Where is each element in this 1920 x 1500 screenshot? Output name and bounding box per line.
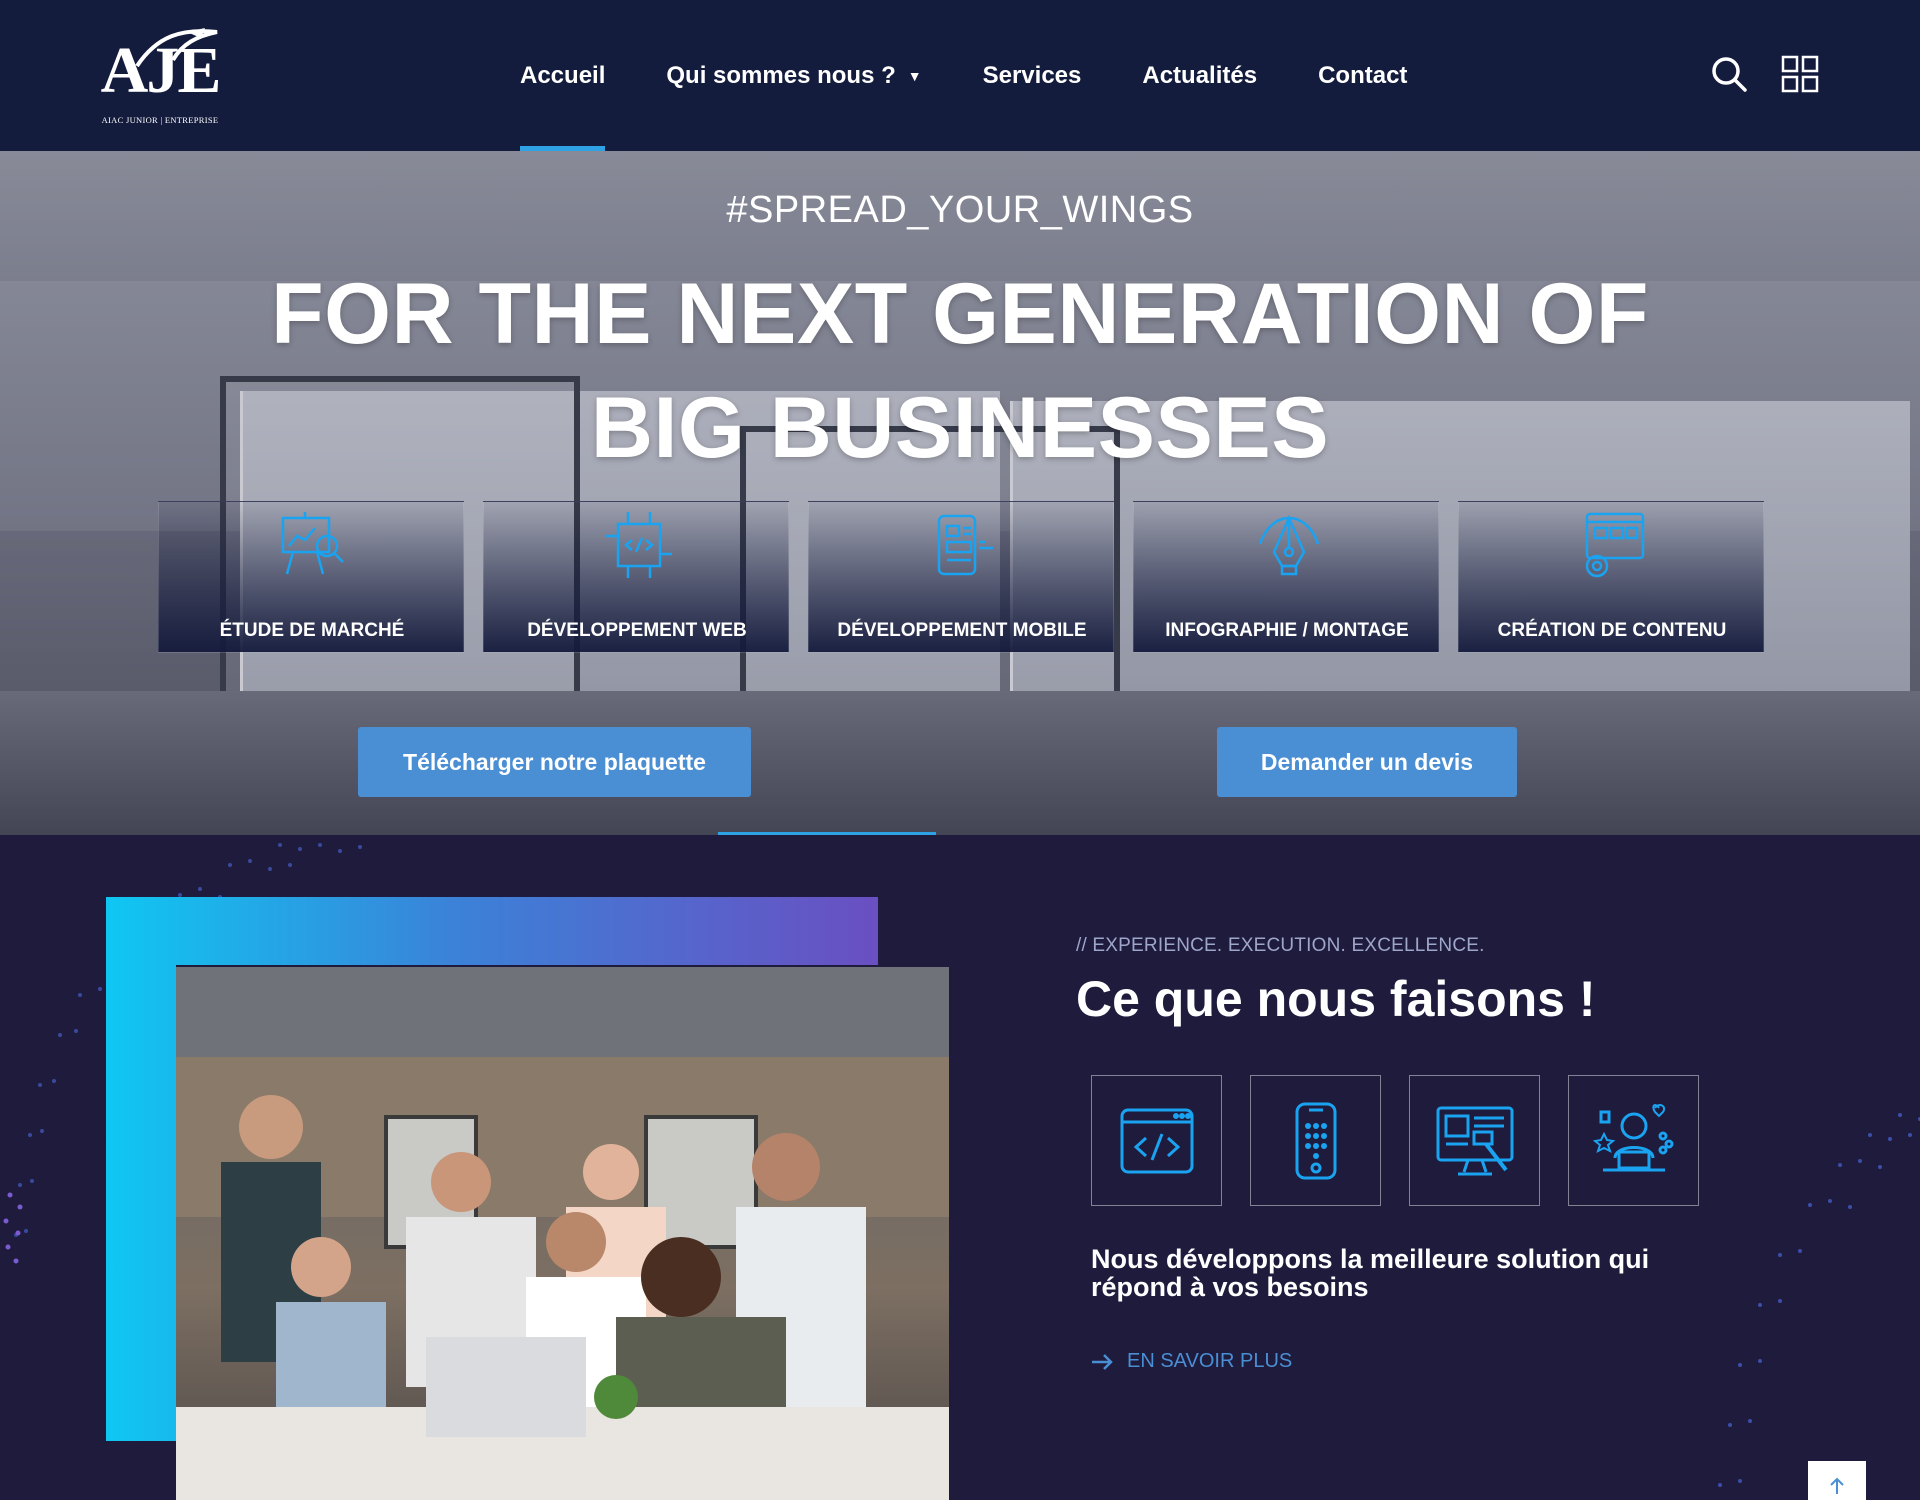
nav-item-actualites[interactable]: Actualités bbox=[1142, 0, 1257, 151]
logo-sub-right: ENTREPRISE bbox=[164, 115, 219, 125]
grid-menu-icon[interactable] bbox=[1781, 55, 1819, 93]
what-we-do-section: // EXPERIENCE. EXECUTION. EXCELLENCE. Ce… bbox=[0, 835, 1920, 1500]
nav-label: Contact bbox=[1318, 61, 1408, 89]
monitor-design-icon bbox=[1436, 1106, 1513, 1175]
service-card-infographie-montage[interactable]: INFOGRAPHIE / MONTAGE bbox=[1133, 501, 1439, 653]
logo[interactable]: AJE AIAC JUNIOR | ENTREPRISE bbox=[97, 26, 223, 130]
nav-label: Accueil bbox=[520, 61, 606, 89]
service-cards: ÉTUDE DE MARCHÉ DÉVELOPPEMENT WEB DÉVELO… bbox=[158, 501, 1764, 653]
tile-mobile[interactable] bbox=[1250, 1075, 1381, 1206]
arrow-up-icon bbox=[1830, 1477, 1844, 1494]
nav-item-accueil[interactable]: Accueil bbox=[520, 0, 606, 151]
site-header: AJE AIAC JUNIOR | ENTREPRISE Accueil Qui… bbox=[0, 0, 1920, 151]
hero-headline: FOR THE NEXT GENERATION OF BIG BUSINESSE… bbox=[0, 257, 1920, 485]
service-card-developpement-mobile[interactable]: DÉVELOPPEMENT MOBILE bbox=[808, 501, 1114, 653]
hero-headline-line1: FOR THE NEXT GENERATION OF bbox=[271, 266, 1649, 362]
logo-mark: AJE bbox=[100, 34, 222, 107]
request-quote-button[interactable]: Demander un devis bbox=[1217, 727, 1517, 797]
learn-more-link[interactable]: EN SAVOIR PLUS bbox=[1091, 1350, 1292, 1373]
service-label: DÉVELOPPEMENT MOBILE bbox=[837, 620, 1087, 641]
tile-social[interactable] bbox=[1568, 1075, 1699, 1206]
service-card-developpement-web[interactable]: DÉVELOPPEMENT WEB bbox=[483, 501, 789, 653]
team-photo-illustration bbox=[176, 967, 949, 1500]
web-dev-icon bbox=[606, 512, 672, 578]
service-card-creation-de-contenu[interactable]: CRÉATION DE CONTENU bbox=[1458, 501, 1764, 653]
social-user-icon bbox=[1592, 1103, 1673, 1171]
chevron-down-icon: ▼ bbox=[907, 67, 922, 84]
download-brochure-button[interactable]: Télécharger notre plaquette bbox=[358, 727, 751, 797]
section-title: Ce que nous faisons ! bbox=[1076, 971, 1596, 1027]
tile-design[interactable] bbox=[1409, 1075, 1540, 1206]
nav-item-qui-sommes-nous[interactable]: Qui sommes nous ? ▼ bbox=[666, 0, 921, 151]
logo-subtitle: AIAC JUNIOR | ENTREPRISE bbox=[101, 115, 219, 125]
pen-tool-icon bbox=[1258, 514, 1320, 576]
learn-more-label: EN SAVOIR PLUS bbox=[1127, 1350, 1293, 1372]
hero-headline-line2: BIG BUSINESSES bbox=[590, 380, 1330, 476]
dotted-wave-decoration bbox=[1718, 1113, 1920, 1487]
content-creation-icon bbox=[1585, 512, 1645, 578]
tile-web[interactable] bbox=[1091, 1075, 1222, 1206]
back-to-top-button[interactable] bbox=[1808, 1461, 1866, 1500]
section-description: Nous développons la meilleure solution q… bbox=[1091, 1244, 1650, 1302]
search-icon[interactable] bbox=[1710, 55, 1748, 93]
service-label: CRÉATION DE CONTENU bbox=[1497, 620, 1727, 641]
nav-item-services[interactable]: Services bbox=[983, 0, 1082, 151]
team-photo bbox=[176, 967, 949, 1500]
nav-label: Services bbox=[982, 61, 1082, 89]
mobile-dev-icon bbox=[937, 514, 993, 576]
service-tiles bbox=[1091, 1075, 1699, 1206]
page: AJE AIAC JUNIOR | ENTREPRISE Accueil Qui… bbox=[0, 0, 1920, 1500]
nav-label: Actualités bbox=[1142, 61, 1258, 89]
service-label: DÉVELOPPEMENT WEB bbox=[527, 620, 747, 641]
nav-label: Qui sommes nous ? bbox=[666, 61, 896, 89]
hero-section: #SPREAD_YOUR_WINGS FOR THE NEXT GENERATI… bbox=[0, 151, 1920, 835]
service-label: INFOGRAPHIE / MONTAGE bbox=[1165, 620, 1409, 641]
section-kicker: // EXPERIENCE. EXECUTION. EXCELLENCE. bbox=[1076, 935, 1485, 956]
nav-item-contact[interactable]: Contact bbox=[1318, 0, 1407, 151]
service-label: ÉTUDE DE MARCHÉ bbox=[219, 620, 405, 641]
market-study-icon bbox=[281, 512, 344, 575]
mobile-keypad-icon bbox=[1295, 1102, 1336, 1179]
arrow-right-icon bbox=[1092, 1353, 1113, 1370]
hero-overlay bbox=[0, 151, 1920, 835]
code-window-icon bbox=[1120, 1108, 1193, 1173]
hero-tagline: #SPREAD_YOUR_WINGS bbox=[726, 189, 1194, 231]
service-card-etude-de-marche[interactable]: ÉTUDE DE MARCHÉ bbox=[158, 501, 464, 653]
logo-sub-left: AIAC JUNIOR bbox=[101, 115, 159, 125]
main-nav: Accueil Qui sommes nous ? ▼ Services Act… bbox=[520, 0, 1468, 151]
